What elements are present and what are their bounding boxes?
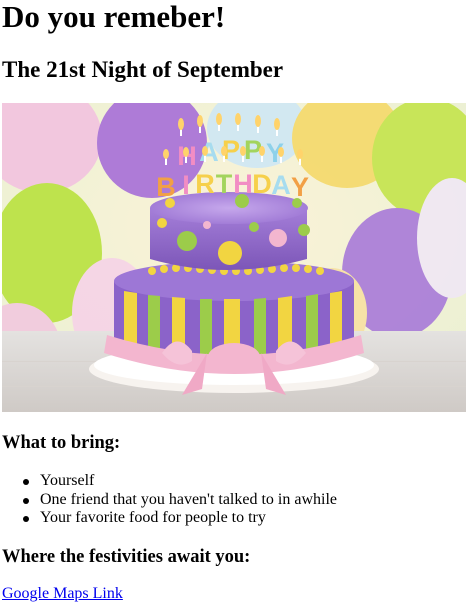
candle-letter: B [156,172,176,202]
list-item-label: Your favorite food for people to try [40,509,266,526]
list-item-label: One friend that you haven't talked to in… [40,490,338,508]
what-to-bring-heading: What to bring: [2,433,121,453]
list-item: One friend that you haven't talked to in… [23,490,338,510]
page: Do you remeber! The 21st Night of Septem… [0,0,474,606]
top-tier [150,192,310,270]
page-title: Do you remeber! [2,0,226,34]
location-heading: Where the festivities await you: [2,547,251,567]
list-item: Your favorite food for people to try [23,509,337,528]
candle-letter: T [216,169,233,199]
candle-letter: A [271,170,291,200]
candle-letter: Y [291,172,309,202]
list-item-label: Yourself [40,472,95,489]
bullet-icon [23,479,29,485]
bring-list: Yourself One friend that you haven't tal… [23,472,338,528]
bullet-icon [23,497,29,504]
bullet-icon [23,516,29,522]
page-subtitle: The 21st Night of September [2,57,284,82]
birthday-cake-image: H A P P Y [2,103,466,412]
candle-letter: R [195,169,215,199]
candle-letter: I [182,170,190,200]
list-item: Yourself [23,472,337,491]
google-maps-link[interactable]: Google Maps Link [2,585,123,603]
candle-letter: D [252,169,272,199]
candle-letter: H [233,169,253,199]
